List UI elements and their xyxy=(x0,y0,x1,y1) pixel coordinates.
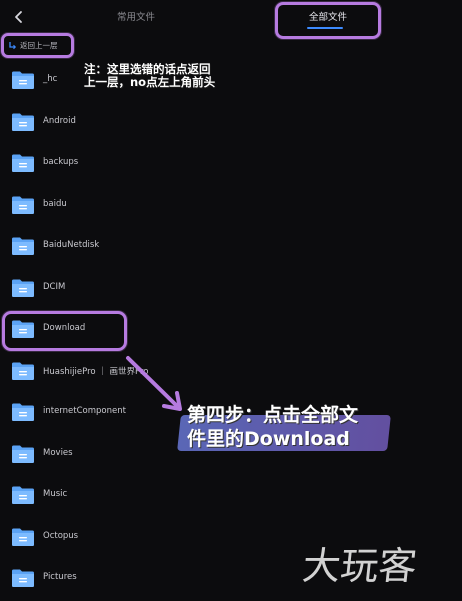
folder-row[interactable]: HuashijiePro ｜ 画世界Pro xyxy=(0,351,300,392)
folder-name: Movies xyxy=(43,447,73,458)
watermark-logo: 大玩客 xyxy=(300,544,419,588)
folder-icon xyxy=(12,196,34,214)
folder-icon xyxy=(12,569,34,587)
step-line-1: 第四步：点击全部文 xyxy=(187,404,359,426)
note-annotation: 注：这里选错的话点返回 上一层，no点左上角前头 xyxy=(78,63,244,91)
folder-icon xyxy=(12,154,34,172)
folder-row[interactable]: Octopus xyxy=(0,517,300,558)
folder-name: Pictures xyxy=(43,572,77,582)
folder-icon xyxy=(12,362,34,380)
highlight-up-level xyxy=(1,33,74,58)
tab-common-files[interactable]: 常用文件 xyxy=(117,9,155,23)
file-picker-screen: 常用文件 全部文件 返回上一层 _hc Android backups baidu Ba… xyxy=(0,0,462,601)
highlight-download-folder xyxy=(2,311,127,351)
folder-name: HuashijiePro ｜ 画世界Pro xyxy=(43,366,149,377)
folder-icon xyxy=(12,113,34,131)
back-button[interactable] xyxy=(8,6,30,28)
folder-name: _hc xyxy=(43,74,58,84)
folder-row[interactable]: backups xyxy=(0,143,300,184)
step-line-2: 件里的Download xyxy=(187,428,350,450)
folder-name: baidu xyxy=(43,198,67,209)
folder-name: internetComponent xyxy=(43,406,126,416)
folder-icon xyxy=(12,445,34,463)
folder-icon xyxy=(12,528,34,546)
folder-name: DCIM xyxy=(43,281,66,292)
folder-row[interactable]: Pictures xyxy=(0,558,300,599)
folder-icon xyxy=(12,486,34,504)
folder-name: Music xyxy=(43,489,68,499)
highlight-all-files-tab xyxy=(275,2,381,39)
folder-row[interactable]: baidu xyxy=(0,185,300,226)
folder-name: BaiduNetdisk xyxy=(43,240,100,250)
folder-icon xyxy=(12,403,34,421)
folder-name: Android xyxy=(43,115,76,126)
folder-row[interactable]: DCIM xyxy=(0,268,300,309)
folder-row[interactable]: Music xyxy=(0,475,300,516)
folder-row[interactable]: BaiduNetdisk xyxy=(0,226,300,267)
folder-row[interactable]: Android xyxy=(0,102,300,143)
step-four-callout: 第四步：点击全部文 件里的Download xyxy=(177,403,397,451)
chevron-left-icon xyxy=(15,11,22,23)
folder-icon xyxy=(12,71,34,89)
folder-name: backups xyxy=(43,157,79,167)
top-bar: 常用文件 全部文件 xyxy=(0,0,462,34)
folder-name: Octopus xyxy=(43,530,79,541)
note-line-2: 上一层，no点左上角前头 xyxy=(84,75,216,89)
folder-icon xyxy=(12,237,34,255)
folder-icon xyxy=(12,279,34,297)
